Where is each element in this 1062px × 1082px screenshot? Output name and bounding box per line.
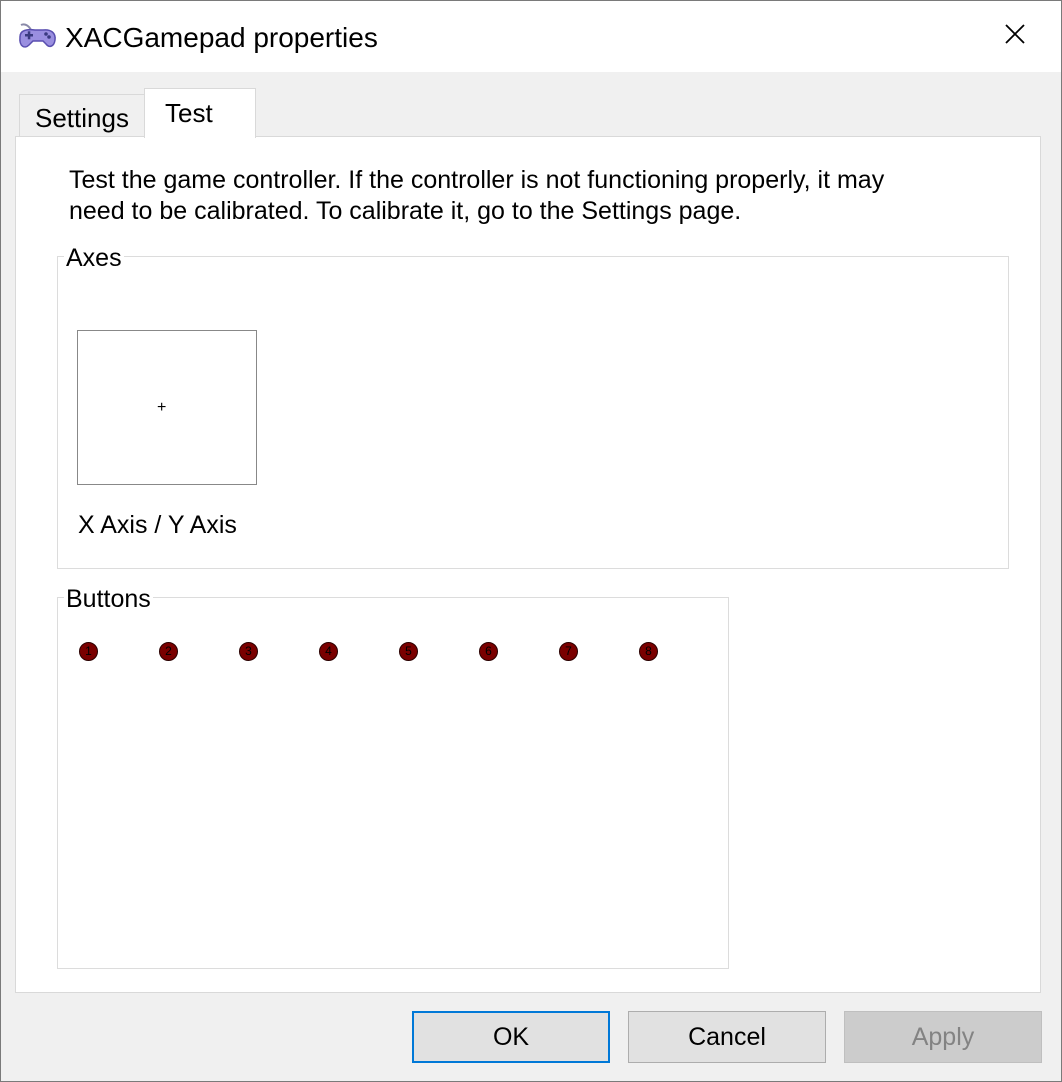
window-title: XACGamepad properties [65,22,378,53]
intro-text: Test the game controller. If the control… [69,166,885,225]
tab-settings[interactable]: Settings [19,94,145,138]
cancel-button[interactable]: Cancel [628,1011,826,1063]
button-indicator-2: 2 [159,642,178,661]
axes-group-label: Axes [64,244,124,272]
button-indicator-3: 3 [239,642,258,661]
ok-button[interactable]: OK [412,1011,610,1063]
buttons-group [57,597,729,969]
gamepad-icon [15,21,57,55]
button-indicator-5: 5 [399,642,418,661]
button-indicator-7: 7 [559,642,578,661]
button-indicator-8: 8 [639,642,658,661]
close-button[interactable] [969,1,1061,72]
button-indicator-4: 4 [319,642,338,661]
apply-button[interactable]: Apply [844,1011,1042,1063]
axis-crosshair: + [157,399,167,416]
close-icon [1004,23,1026,50]
title-bar: XACGamepad properties [1,1,1061,72]
properties-dialog: XACGamepad properties Settings Test Test… [0,0,1062,1082]
buttons-group-label: Buttons [64,585,153,613]
tab-test[interactable]: Test [144,88,256,138]
xy-axis-display [77,330,257,485]
button-indicator-1: 1 [79,642,98,661]
axis-caption: X Axis / Y Axis [78,511,237,539]
button-indicator-6: 6 [479,642,498,661]
